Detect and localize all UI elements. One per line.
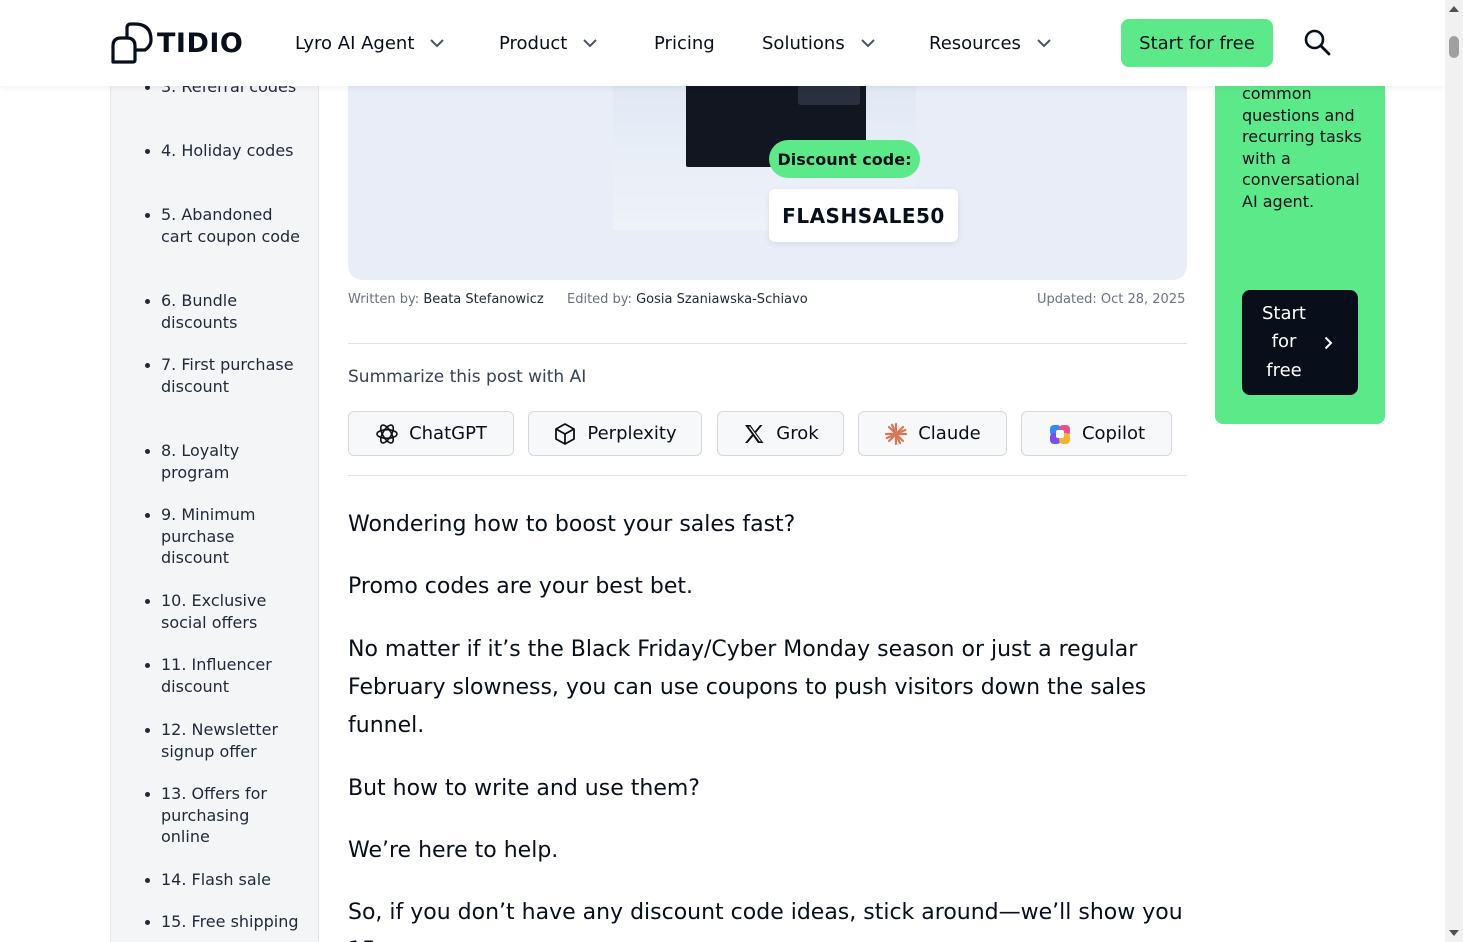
edited-by-label: Edited by: [567,292,632,307]
scroll-up-arrow-icon[interactable] [1449,6,1459,12]
perplexity-icon [555,422,576,445]
article-paragraph: Promo codes are your best bet. [348,574,694,599]
summarize-copilot-button[interactable]: Copilot [1021,411,1172,456]
nav-lyro-ai-agent[interactable]: Lyro AI Agent [295,31,445,55]
nav-label: Lyro AI Agent [295,32,415,54]
start-for-free-button[interactable]: Start for free [1121,19,1273,67]
scroll-down-arrow-icon[interactable] [1449,930,1459,936]
editor-name[interactable]: Gosia Szaniawska-Schiavo [636,292,808,307]
toc-item-bundle-discounts[interactable]: 6. Bundle discounts [145,290,301,333]
updated-value: Oct 28, 2025 [1100,292,1186,307]
summarize-claude-button[interactable]: Claude [858,411,1007,456]
promo-text: common questions and recurring tasks wit… [1242,84,1362,211]
button-label: Copilot [1081,423,1146,444]
article-paragraph: But how to write and use them? [348,776,700,801]
nav-label: Pricing [654,32,715,54]
nav-label: Solutions [762,32,845,54]
toc-item-minimum-purchase[interactable]: 9. Minimum purchase discount [145,504,301,569]
summarize-grok-button[interactable]: Grok [717,411,844,456]
button-label: Grok [776,423,819,444]
toc-item-exclusive-social[interactable]: 10. Exclusive social offers [145,590,301,633]
author-name[interactable]: Beata Stefanowicz [423,292,543,307]
search-icon[interactable] [1303,28,1331,56]
site-header: TIDIO Lyro AI Agent Product Pricing Solu… [0,0,1445,86]
article-paragraph: We’re here to help. [348,838,559,863]
discount-code-label: Discount code: [769,140,920,178]
chevron-down-icon [1037,38,1051,47]
edited-by: Edited by: Gosia Szaniawska-Schiavo [567,292,808,307]
tidio-logo-icon [111,22,153,64]
button-label: Perplexity [587,423,677,444]
button-label: Claude [918,423,981,444]
scrollbar-thumb[interactable] [1449,36,1459,58]
nav-label: Resources [929,32,1021,54]
x-icon [745,424,764,443]
toc-item-free-shipping[interactable]: 15. Free shipping [145,911,301,933]
table-of-contents: 3. Referral codes 4. Holiday codes 5. Ab… [110,0,319,942]
article-paragraph: Wondering how to boost your sales fast? [348,512,796,537]
toc-item-first-purchase[interactable]: 7. First purchase discount [145,354,301,397]
page-scrollbar[interactable] [1445,0,1463,942]
article-paragraph: No matter if it’s the Black Friday/Cyber… [348,637,1147,738]
toc-item-influencer-discount[interactable]: 11. Influencer discount [145,654,301,697]
summarize-perplexity-button[interactable]: Perplexity [528,411,702,456]
promo-start-for-free-button[interactable]: Start for free [1242,290,1358,395]
toc-item-holiday-codes[interactable]: 4. Holiday codes [145,140,301,162]
nav-solutions[interactable]: Solutions [762,31,875,55]
written-by-label: Written by: [348,292,420,307]
nav-product[interactable]: Product [499,31,598,55]
toc-item-loyalty-program[interactable]: 8. Loyalty program [145,440,301,483]
promo-cta-label: Start for free [1262,302,1306,381]
chevron-right-icon [1324,336,1333,349]
chatgpt-icon [376,423,398,444]
divider [348,475,1187,476]
chevron-down-icon [583,38,598,47]
chevron-down-icon [861,38,875,47]
copilot-icon [1049,424,1070,444]
article-paragraph: So, if you don’t have any discount code … [348,900,1183,942]
toc-item-flash-sale[interactable]: 14. Flash sale [145,869,301,891]
nav-pricing[interactable]: Pricing [654,31,715,55]
nav-resources[interactable]: Resources [929,31,1051,55]
toc-item-newsletter-signup[interactable]: 12. Newsletter signup offer [145,719,301,762]
written-by: Written by: Beata Stefanowicz [348,292,544,307]
chevron-down-icon [430,38,445,47]
divider [348,343,1187,344]
nav-label: Product [499,32,568,54]
summarize-title: Summarize this post with AI [348,367,587,387]
updated-label: Updated: [1037,292,1097,307]
button-label: ChatGPT [409,423,487,444]
updated-date: Updated: Oct 28, 2025 [1037,292,1185,307]
claude-icon [885,422,908,445]
toc-item-abandoned-cart[interactable]: 5. Abandoned cart coupon code [145,204,301,247]
summarize-chatgpt-button[interactable]: ChatGPT [348,411,514,456]
discount-code-value: FLASHSALE50 [769,189,958,242]
logo-wordmark: TIDIO [157,27,244,59]
tidio-logo[interactable]: TIDIO [109,22,243,64]
toc-item-offers-online[interactable]: 13. Offers for purchasing online [145,783,301,848]
